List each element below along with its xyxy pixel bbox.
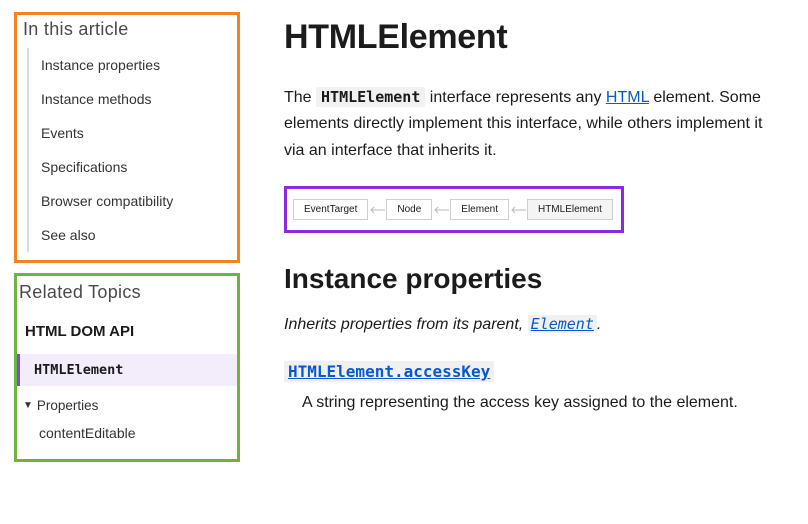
- sidebar: In this article Instance properties Inst…: [0, 0, 250, 524]
- related-title: Related Topics: [19, 282, 237, 303]
- intro-paragraph: The HTMLElement interface represents any…: [284, 85, 780, 164]
- property-description: A string representing the access key ass…: [302, 390, 780, 416]
- related-current-item[interactable]: HTMLElement: [17, 354, 237, 386]
- toc-title: In this article: [23, 19, 233, 40]
- inherits-note: Inherits properties from its parent, Ele…: [284, 315, 780, 334]
- toc-item-instance-methods[interactable]: Instance methods: [29, 82, 233, 116]
- chain-node-eventtarget[interactable]: EventTarget: [293, 199, 368, 220]
- inherits-pre: Inherits properties from its parent,: [284, 316, 528, 333]
- related-api-link[interactable]: HTML DOM API: [17, 311, 237, 350]
- sub-item-contenteditable[interactable]: contentEditable: [39, 419, 237, 447]
- main-content: HTMLElement The HTMLElement interface re…: [250, 0, 808, 524]
- intro-text-mid: interface represents any: [425, 89, 606, 106]
- inheritance-diagram: EventTarget Node Element HTMLElement: [284, 186, 624, 233]
- properties-sublist: contentEditable: [17, 419, 237, 447]
- chain-node-element[interactable]: Element: [450, 199, 509, 220]
- inherits-post: .: [597, 316, 601, 333]
- properties-label: Properties: [37, 398, 99, 413]
- toc-item-see-also[interactable]: See also: [29, 218, 233, 252]
- arrow-left-icon: [432, 205, 450, 215]
- triangle-down-icon: ▼: [23, 400, 33, 411]
- related-box: Related Topics HTML DOM API HTMLElement …: [14, 273, 240, 462]
- chain-node-node[interactable]: Node: [386, 199, 432, 220]
- section-heading-instance-properties: Instance properties: [284, 263, 780, 295]
- property-term: HTMLElement.accessKey: [284, 362, 780, 382]
- properties-disclosure[interactable]: ▼ Properties: [17, 390, 237, 419]
- chain-node-htmlelement[interactable]: HTMLElement: [527, 199, 613, 220]
- toc-item-events[interactable]: Events: [29, 116, 233, 150]
- toc-item-specifications[interactable]: Specifications: [29, 150, 233, 184]
- intro-text-pre: The: [284, 89, 316, 106]
- page-title: HTMLElement: [284, 18, 780, 57]
- arrow-left-icon: [509, 205, 527, 215]
- inherits-element-link[interactable]: Element: [528, 315, 597, 333]
- arrow-left-icon: [368, 205, 386, 215]
- intro-code: HTMLElement: [316, 87, 425, 107]
- toc-item-instance-properties[interactable]: Instance properties: [29, 48, 233, 82]
- page-root: In this article Instance properties Inst…: [0, 0, 808, 524]
- intro-html-link[interactable]: HTML: [606, 89, 649, 106]
- toc-list: Instance properties Instance methods Eve…: [27, 48, 233, 252]
- property-accesskey-link[interactable]: HTMLElement.accessKey: [284, 361, 494, 382]
- property-list: HTMLElement.accessKey A string represent…: [284, 362, 780, 416]
- toc-item-browser-compatibility[interactable]: Browser compatibility: [29, 184, 233, 218]
- toc-box: In this article Instance properties Inst…: [14, 12, 240, 263]
